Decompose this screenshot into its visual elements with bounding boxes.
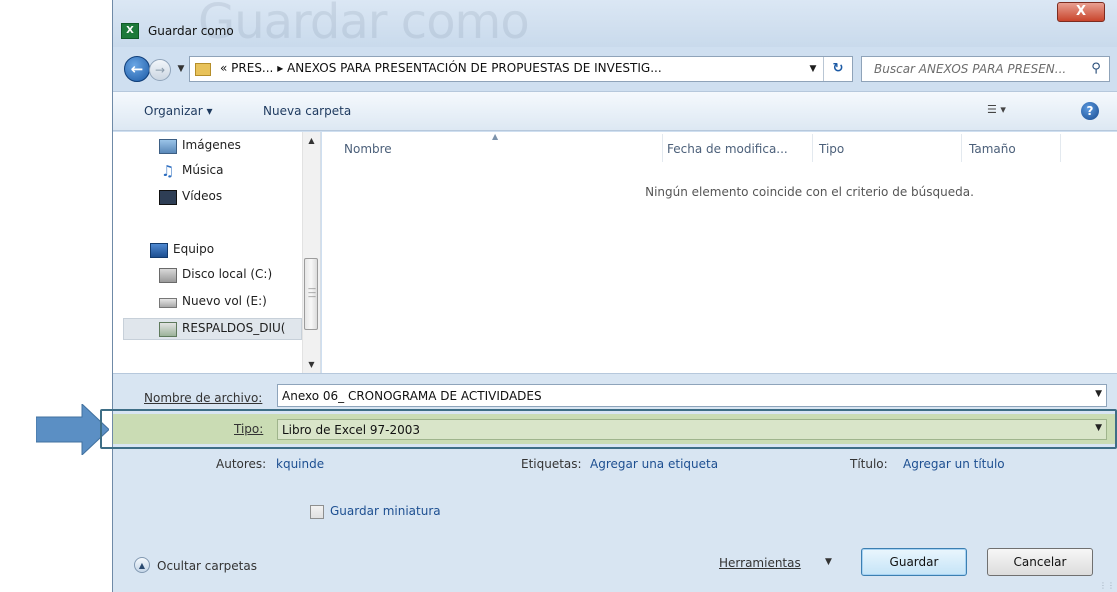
file-list-pane: ▲ Nombre Fecha de modifica... Tipo Tamañ… <box>322 132 1117 373</box>
filename-field[interactable]: Anexo 06_ CRONOGRAMA DE ACTIVIDADES ▼ <box>277 384 1107 407</box>
recent-locations-dropdown[interactable]: ▼ <box>175 59 187 79</box>
refresh-icon[interactable]: ↻ <box>823 57 852 81</box>
file-type-dropdown-icon[interactable]: ▼ <box>1095 423 1102 433</box>
address-path[interactable]: « PRES... ▸ ANEXOS PARA PRESENTACIÓN DE … <box>220 61 662 75</box>
back-button[interactable]: ← <box>124 56 150 82</box>
save-as-dialog: Guardar como X Guardar como X ← → ▼ « PR… <box>112 0 1117 592</box>
save-thumbnail-label[interactable]: Guardar miniatura <box>330 504 441 518</box>
scroll-down-arrow-icon[interactable]: ▼ <box>303 356 320 373</box>
nav-item-local-disk[interactable]: Disco local (C:) <box>113 265 303 287</box>
help-icon[interactable]: ? <box>1081 102 1099 120</box>
nav-item-images[interactable]: Imágenes <box>113 136 303 158</box>
type-label: Tipo: <box>234 422 264 436</box>
nav-item-label: RESPALDOS_DIU( <box>182 321 286 335</box>
column-header-date[interactable]: Fecha de modifica... <box>667 142 788 156</box>
forward-button[interactable]: → <box>149 59 171 81</box>
cancel-button[interactable]: Cancelar <box>987 548 1093 576</box>
nav-item-label: Disco local (C:) <box>182 267 273 281</box>
authors-value[interactable]: kquinde <box>276 457 324 471</box>
excel-icon: X <box>121 23 139 39</box>
tools-dropdown-icon[interactable]: ▼ <box>825 557 832 567</box>
column-divider <box>662 134 663 162</box>
hide-folders-button[interactable]: Ocultar carpetas <box>157 559 257 573</box>
address-dropdown-icon[interactable]: ▼ <box>805 60 821 78</box>
search-placeholder: Buscar ANEXOS PARA PRESEN... <box>874 62 1067 76</box>
column-divider <box>1060 134 1061 162</box>
new-folder-button[interactable]: Nueva carpeta <box>263 104 351 118</box>
title-bar: Guardar como X Guardar como X <box>113 0 1117 50</box>
nav-item-network-drive[interactable]: RESPALDOS_DIU( <box>123 318 302 340</box>
nav-scrollbar[interactable]: ▲ — — — ▼ <box>302 132 320 373</box>
nav-item-new-volume[interactable]: Nuevo vol (E:) <box>113 292 303 314</box>
title-watermark: Guardar como <box>198 0 530 50</box>
address-bar[interactable]: « PRES... ▸ ANEXOS PARA PRESENTACIÓN DE … <box>189 56 853 82</box>
column-divider <box>812 134 813 162</box>
search-icon[interactable]: ⚲ <box>1088 60 1104 78</box>
window-title: Guardar como <box>148 24 234 38</box>
add-tag-link[interactable]: Agregar una etiqueta <box>590 457 718 471</box>
nav-item-label: Imágenes <box>182 138 241 152</box>
navigation-bar: ← → ▼ « PRES... ▸ ANEXOS PARA PRESENTACI… <box>113 51 1117 85</box>
resize-grip-icon[interactable]: ⋮⋮ <box>1099 581 1115 590</box>
search-input[interactable]: Buscar ANEXOS PARA PRESEN... ⚲ <box>861 56 1110 82</box>
command-toolbar: Organizar ▾ Nueva carpeta ☰ ▾ ? <box>113 91 1117 131</box>
nav-item-computer[interactable]: Equipo <box>113 240 303 262</box>
music-icon: ♫ <box>161 162 175 180</box>
file-type-value[interactable]: Libro de Excel 97-2003 <box>282 423 420 437</box>
column-header-name[interactable]: Nombre <box>344 142 392 156</box>
view-options-icon[interactable]: ☰ ▾ <box>987 103 1021 119</box>
pictures-icon <box>159 139 177 154</box>
videos-icon <box>159 190 177 205</box>
scroll-thumb[interactable]: — — — <box>304 258 318 330</box>
navigation-pane: Imágenes ♫ Música Vídeos Equipo Disco lo… <box>113 132 321 373</box>
callout-arrow <box>36 404 109 455</box>
tags-label: Etiquetas: <box>521 457 582 471</box>
file-type-select[interactable]: Libro de Excel 97-2003 ▼ <box>277 419 1107 440</box>
drive-icon <box>159 298 177 308</box>
nav-item-videos[interactable]: Vídeos <box>113 187 303 209</box>
title-label: Título: <box>850 457 888 471</box>
column-divider <box>961 134 962 162</box>
tools-menu[interactable]: Herramientas <box>719 556 801 570</box>
empty-state-message: Ningún elemento coincide con el criterio… <box>645 185 974 199</box>
nav-item-label: Nuevo vol (E:) <box>182 294 267 308</box>
grip-icon: — — — <box>308 284 316 301</box>
file-type-row: Tipo: Libro de Excel 97-2003 ▼ <box>113 414 1117 444</box>
sort-ascending-icon: ▲ <box>492 132 499 141</box>
folder-icon <box>195 63 211 76</box>
nav-item-label: Equipo <box>173 242 215 256</box>
save-thumbnail-checkbox[interactable] <box>310 505 324 519</box>
nav-item-label: Música <box>182 163 224 177</box>
filename-dropdown-icon[interactable]: ▼ <box>1095 389 1102 399</box>
filename-value[interactable]: Anexo 06_ CRONOGRAMA DE ACTIVIDADES <box>282 389 542 403</box>
organize-menu[interactable]: Organizar ▾ <box>144 104 213 118</box>
column-header-type[interactable]: Tipo <box>819 142 844 156</box>
close-button[interactable]: X <box>1057 2 1105 22</box>
column-header-size[interactable]: Tamaño <box>969 142 1016 156</box>
computer-icon <box>150 243 168 258</box>
add-title-link[interactable]: Agregar un título <box>903 457 1005 471</box>
scroll-up-arrow-icon[interactable]: ▲ <box>303 132 320 149</box>
local-disk-icon <box>159 268 177 283</box>
save-button[interactable]: Guardar <box>861 548 967 576</box>
nav-item-music[interactable]: ♫ Música <box>113 161 303 183</box>
filename-label: Nombre de archivo: <box>144 391 263 405</box>
network-drive-icon <box>159 322 177 337</box>
authors-label: Autores: <box>216 457 267 471</box>
hide-folders-icon[interactable]: ▲ <box>134 557 150 573</box>
nav-item-label: Vídeos <box>182 189 223 203</box>
